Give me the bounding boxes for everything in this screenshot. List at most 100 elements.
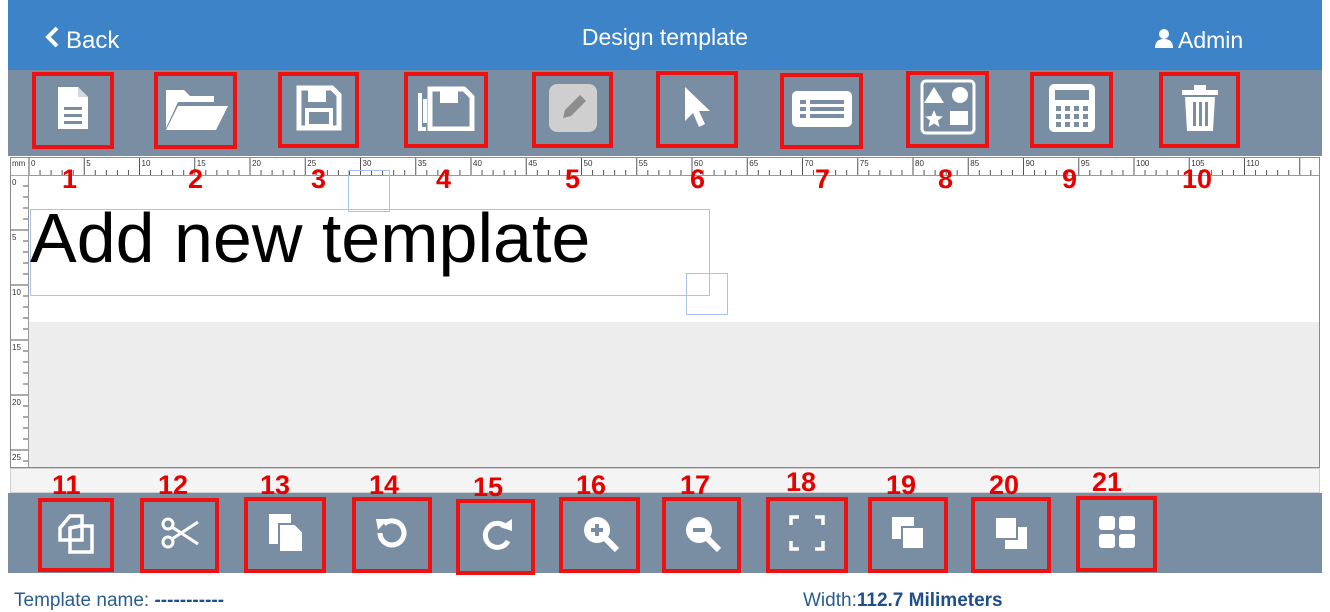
annotation-number: 17 [680,470,711,500]
ruler-label: 85 [970,159,979,168]
shapes-icon [920,79,976,140]
list-button[interactable] [780,73,863,149]
undo-icon [372,513,412,558]
cut-icon [160,516,200,555]
ruler-label: 35 [418,159,427,168]
fit-screen-button[interactable] [766,497,848,573]
save-as-icon [416,85,476,136]
trash-icon [1180,84,1220,137]
delete-button[interactable] [1159,72,1240,148]
annotation-number: 19 [886,470,917,500]
annotation-number: 6 [690,164,706,194]
ruler-label: 75 [860,159,869,168]
ruler-label: 10 [12,288,21,297]
edit-button[interactable] [532,72,613,148]
resize-handle[interactable] [686,273,728,315]
save-icon [296,85,342,136]
ruler-label: 40 [473,159,482,168]
user-icon [1154,27,1174,54]
horizontal-scrollbar[interactable] [10,468,1320,493]
annotation-number: 18 [786,467,817,497]
zoom-out-icon [682,513,722,558]
ruler-label: 50 [584,159,593,168]
ruler-label: 10 [142,159,151,168]
save-as-button[interactable] [404,72,488,148]
paste-button[interactable] [244,497,326,573]
ruler-label: 5 [86,159,91,168]
annotation-number: 10 [1182,164,1213,194]
annotation-number: 21 [1092,467,1123,497]
horizontal-ruler: mm 0 5 10 15 20 25 30 35 40 45 50 55 60 65 70 75 80 85 90 95… [11,158,1319,176]
ruler-label: 5 [12,233,17,242]
annotation-number: 20 [989,470,1020,500]
annotation-number: 4 [436,164,452,194]
annotation-number: 16 [576,470,607,500]
grid-icon [1097,514,1137,555]
ruler-label: 45 [528,159,537,168]
vertical-ruler: 0 5 10 15 20 25 [11,174,29,467]
ruler-label: 95 [1081,159,1090,168]
zoom-in-icon [580,513,620,558]
bring-to-front-button[interactable] [868,497,948,573]
copy-icon [56,512,96,559]
annotation-number: 9 [1062,164,1078,194]
bring-to-front-icon [888,513,928,558]
edit-pencil-icon [547,82,599,139]
send-to-back-button[interactable] [971,497,1051,573]
ruler-label: 25 [12,453,21,462]
template-name-value: ----------- [154,590,225,611]
ruler-label: 0 [31,159,36,168]
fit-screen-icon [787,513,827,558]
open-template-button[interactable] [154,72,237,149]
annotation-number: 5 [565,164,581,194]
ruler-label: 90 [1026,159,1035,168]
select-button[interactable] [656,71,738,148]
save-button[interactable] [278,72,359,148]
template-text-element[interactable]: Add new template [30,200,590,276]
ruler-unit-label: mm [12,159,26,168]
ruler-label: 0 [12,178,17,187]
annotation-number: 7 [815,164,831,194]
send-to-back-icon [991,513,1031,558]
redo-button[interactable] [456,499,535,575]
undo-button[interactable] [352,497,432,573]
ruler-label: 55 [639,159,648,168]
calculator-button[interactable] [1030,72,1113,148]
open-folder-icon [162,84,230,137]
select-pointer-icon [681,85,713,134]
ruler-label: 30 [363,159,372,168]
list-properties-icon [790,89,854,134]
paste-icon [265,512,305,559]
ruler-label: 70 [805,159,814,168]
annotation-number: 13 [260,470,291,500]
annotation-number: 3 [311,164,327,194]
shapes-button[interactable] [906,71,989,148]
zoom-out-button[interactable] [662,497,741,573]
ruler-label: 20 [12,398,21,407]
copy-button[interactable] [38,498,114,572]
width-value: 112.7 Milimeters [856,590,1003,611]
ruler-label: 100 [1136,159,1150,168]
ruler-label: 15 [12,343,21,352]
annotation-number: 12 [158,470,189,500]
annotation-number: 8 [938,164,954,194]
template-name-label: Template name: [14,590,150,611]
annotation-number: 11 [52,470,81,500]
annotation-number: 1 [62,164,78,194]
app-header: Back Design template Admin [8,0,1322,70]
width-info: Width:112.7 Milimeters [803,590,1003,612]
grid-button[interactable] [1076,496,1157,572]
ruler-label: 20 [252,159,261,168]
width-label: Width: [803,590,857,611]
new-document-icon [56,85,90,136]
annotation-number: 2 [188,164,204,194]
annotation-number: 15 [473,472,504,502]
page-title: Design template [581,24,749,50]
zoom-in-button[interactable] [559,497,640,573]
user-menu[interactable]: Admin [1154,27,1243,54]
new-template-button[interactable] [32,72,114,149]
cut-button[interactable] [140,498,219,573]
redo-icon [476,515,516,560]
user-label: Admin [1178,27,1244,53]
ruler-label: 110 [1247,159,1260,168]
